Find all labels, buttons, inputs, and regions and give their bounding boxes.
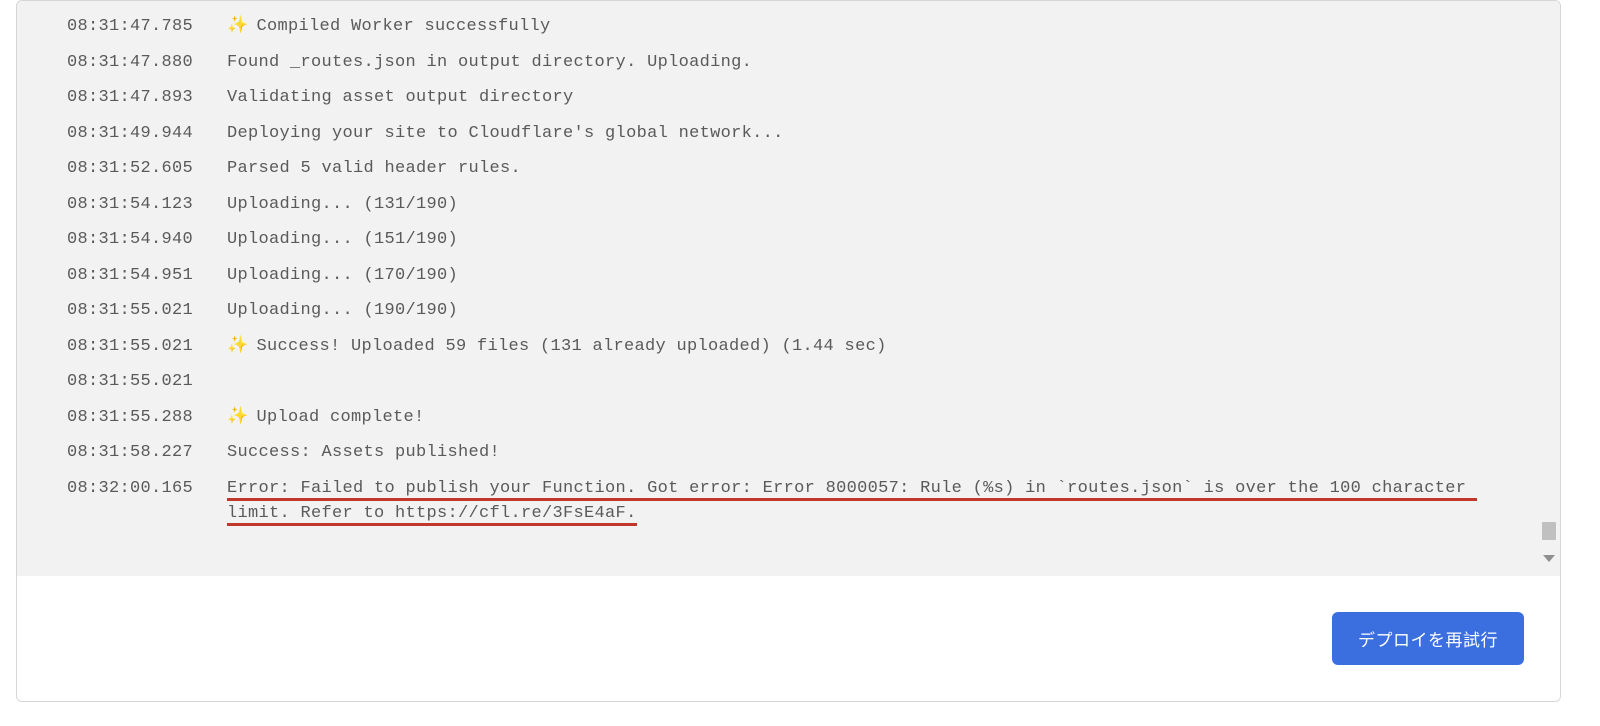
log-timestamp: 08:31:54.951 [67,263,227,289]
scrollbar-thumb[interactable] [1542,522,1556,540]
log-message: Success: Assets published! [227,440,1510,466]
deploy-log-card: 08:31:47.785✨Compiled Worker successfull… [16,0,1561,702]
log-text: Deploying your site to Cloudflare's glob… [227,124,784,143]
log-message: Uploading... (131/190) [227,192,1510,218]
log-message: ✨ Upload complete! [227,405,1510,431]
log-row: 08:32:00.165Error: Failed to publish you… [67,471,1510,532]
log-text: Validating asset output directory [227,88,574,107]
log-message: Parsed 5 valid header rules. [227,156,1510,182]
log-rows-container: 08:31:47.785✨Compiled Worker successfull… [67,9,1510,532]
log-text: Uploading... (190/190) [227,301,458,320]
log-row: 08:31:55.288✨ Upload complete! [67,400,1510,436]
sparkle-icon: ✨ [227,408,248,427]
log-timestamp: 08:31:54.940 [67,227,227,253]
log-message: Uploading... (190/190) [227,298,1510,324]
log-message: Uploading... (170/190) [227,263,1510,289]
log-timestamp: 08:31:55.021 [67,298,227,324]
log-timestamp: 08:31:47.880 [67,50,227,76]
log-row: 08:31:47.880Found _routes.json in output… [67,45,1510,81]
log-row: 08:31:52.605Parsed 5 valid header rules. [67,151,1510,187]
log-row: 08:31:55.021Uploading... (190/190) [67,293,1510,329]
log-timestamp: 08:31:54.123 [67,192,227,218]
log-message: ✨ Compiled Worker successfully [227,14,1510,40]
log-message: Uploading... (151/190) [227,227,1510,253]
footer-bar: デプロイを再試行 [17,576,1560,701]
log-timestamp: 08:31:49.944 [67,121,227,147]
log-timestamp: 08:31:47.785 [67,14,227,40]
log-timestamp: 08:31:55.021 [67,334,227,360]
log-row: 08:31:49.944Deploying your site to Cloud… [67,116,1510,152]
log-text: Found _routes.json in output directory. … [227,53,752,72]
log-text: Uploading... (131/190) [227,195,458,214]
log-timestamp: 08:31:52.605 [67,156,227,182]
log-message: ✨ Success! Uploaded 59 files (131 already… [227,334,1510,360]
log-text: Error: Failed to publish your Function. … [227,479,1477,527]
log-row: 08:31:54.123Uploading... (131/190) [67,187,1510,223]
log-panel[interactable]: 08:31:47.785✨Compiled Worker successfull… [17,1,1560,576]
log-row: 08:31:55.021 [67,364,1510,400]
log-message: Found _routes.json in output directory. … [227,50,1510,76]
log-row: 08:31:55.021✨ Success! Uploaded 59 files … [67,329,1510,365]
log-row: 08:31:47.785✨ Compiled Worker successfull… [67,9,1510,45]
log-timestamp: 08:31:55.021 [67,369,227,395]
scrollbar-track[interactable] [1541,1,1557,576]
log-timestamp: 08:32:00.165 [67,476,227,502]
log-message: Deploying your site to Cloudflare's glob… [227,121,1510,147]
log-row: 08:31:47.893Validating asset output dire… [67,80,1510,116]
log-timestamp: 08:31:58.227 [67,440,227,466]
sparkle-icon: ✨ [227,337,248,356]
log-timestamp: 08:31:55.288 [67,405,227,431]
log-error-message: Error: Failed to publish your Function. … [227,476,1510,527]
log-text: Uploading... (170/190) [227,266,458,285]
log-text: Uploading... (151/190) [227,230,458,249]
log-text: Compiled Worker successfully [256,17,550,36]
sparkle-icon: ✨ [227,17,248,36]
log-row: 08:31:54.951Uploading... (170/190) [67,258,1510,294]
log-timestamp: 08:31:47.893 [67,85,227,111]
log-message: Validating asset output directory [227,85,1510,111]
log-text: Parsed 5 valid header rules. [227,159,521,178]
retry-deploy-button[interactable]: デプロイを再試行 [1332,612,1524,665]
log-text: Success: Assets published! [227,443,500,462]
log-row: 08:31:58.227Success: Assets published! [67,435,1510,471]
log-text: Success! Uploaded 59 files (131 already … [256,337,886,356]
scrollbar-down-arrow-icon[interactable] [1543,555,1555,562]
log-row: 08:31:54.940Uploading... (151/190) [67,222,1510,258]
log-text: Upload complete! [256,408,424,427]
